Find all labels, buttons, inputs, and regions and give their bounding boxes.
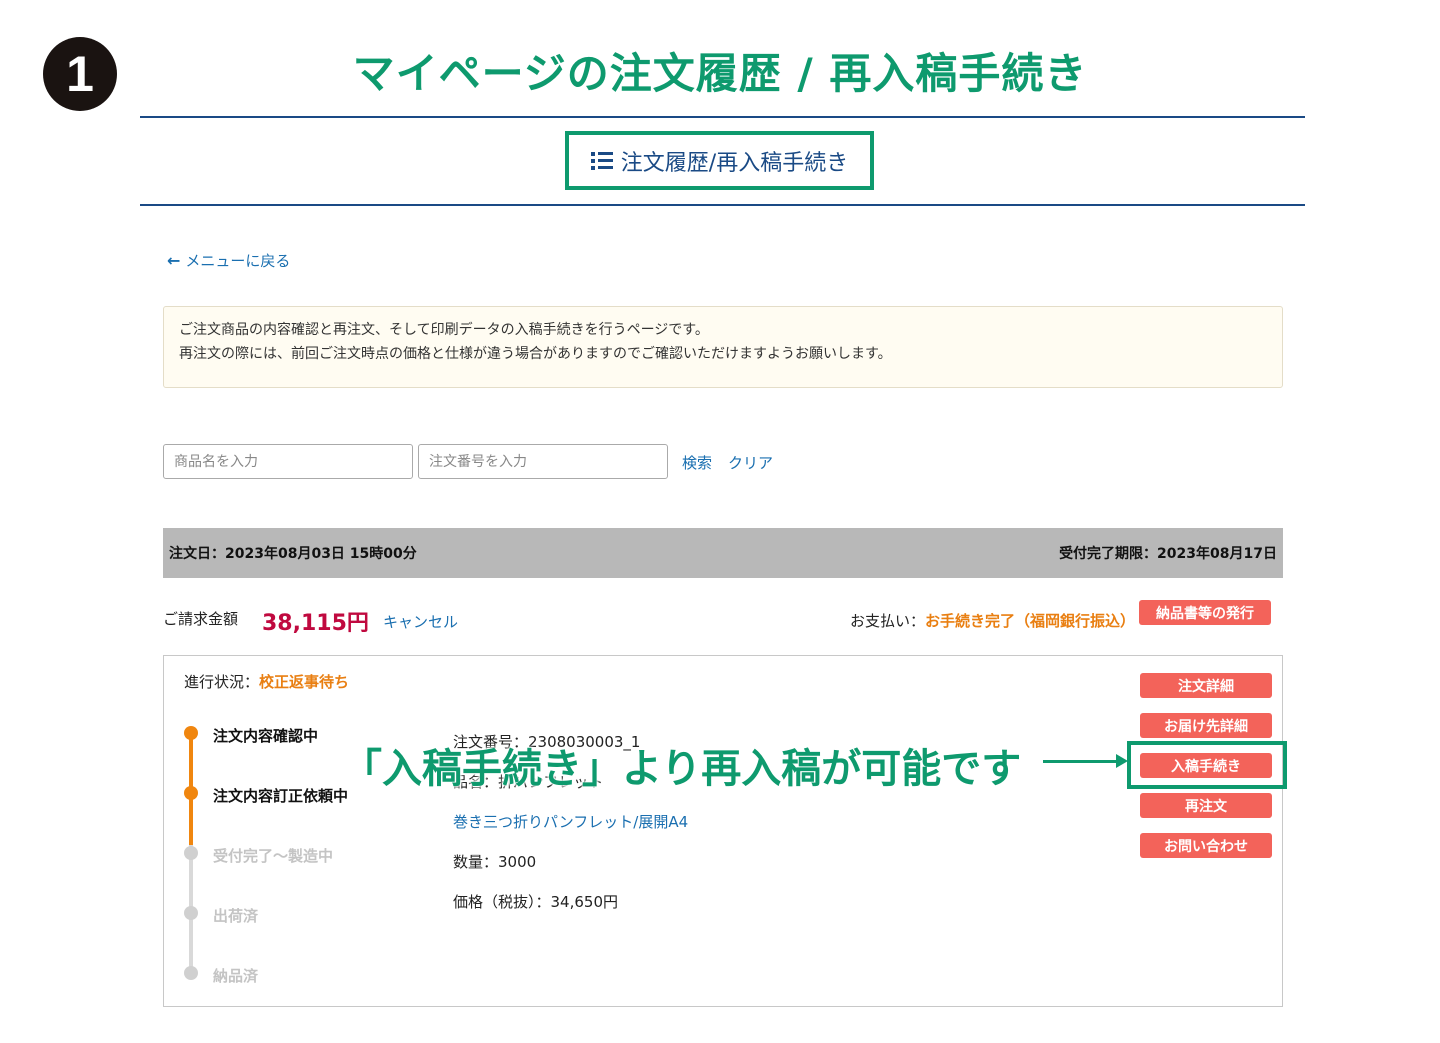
- header-rule-top: [140, 116, 1305, 118]
- order-number-input[interactable]: [418, 444, 668, 479]
- callout-annotation: 「入稿手続き」より再入稿が可能です: [342, 746, 1022, 792]
- timeline-dot: [184, 786, 198, 800]
- timeline-step-4: 出荷済: [213, 907, 259, 925]
- billing-label: ご請求金額: [163, 610, 239, 628]
- timeline-dot: [184, 846, 198, 860]
- price: 価格（税抜）：34,650円: [453, 893, 618, 911]
- product-link[interactable]: 巻き三つ折りパンフレット/展開A4: [453, 811, 688, 832]
- timeline-step-3: 受付完了〜製造中: [213, 847, 334, 865]
- reorder-button[interactable]: 再注文: [1140, 793, 1272, 818]
- search-button[interactable]: 検索: [682, 452, 712, 473]
- callout-highlight-box: [1127, 741, 1287, 789]
- page-heading: マイページの注文履歴 / 再入稿手続き: [352, 49, 1088, 98]
- callout-arrow: [1043, 754, 1128, 768]
- progress-label: 進行状況：: [184, 673, 260, 691]
- arrow-left-icon: ←: [167, 251, 181, 270]
- timeline-dot: [184, 726, 198, 740]
- order-details-button[interactable]: 注文詳細: [1140, 673, 1272, 698]
- billing-amount: 38,115円: [262, 611, 369, 636]
- progress-status-value: 校正返事待ち: [259, 673, 350, 691]
- page-title: 注文履歴/再入稿手続き: [620, 150, 849, 176]
- timeline-step-2: 注文内容訂正依頼中: [213, 787, 349, 805]
- delivery-details-button[interactable]: お届け先詳細: [1140, 713, 1272, 738]
- payment-status: お手続き完了（福岡銀行振込）: [924, 612, 1135, 630]
- order-card: [163, 655, 1283, 1007]
- timeline-dot: [184, 966, 198, 980]
- order-date: 注文日：2023年08月03日 15時00分: [169, 546, 417, 562]
- timeline-step-1: 注文内容確認中: [213, 727, 319, 745]
- product-name-input[interactable]: [163, 444, 413, 479]
- quantity: 数量：3000: [453, 853, 537, 871]
- payment-info: お支払い：お手続き完了（福岡銀行振込）: [850, 610, 1135, 631]
- cancel-link[interactable]: キャンセル: [383, 611, 458, 632]
- list-icon: [591, 152, 613, 170]
- back-link-label: メニューに戻る: [185, 252, 291, 270]
- timeline-step-5: 納品済: [213, 967, 259, 985]
- notice-line-2: 再注文の際には、前回ご注文時点の価格と仕様が違う場合がありますのでご確認いただけ…: [179, 346, 892, 362]
- order-header-bar: 注文日：2023年08月03日 15時00分 受付完了期限：2023年08月17…: [163, 528, 1283, 578]
- page-title-tab: 注文履歴/再入稿手続き: [565, 131, 874, 190]
- notice-box: ご注文商品の内容確認と再注文、そして印刷データの入稿手続きを行うページです。 再…: [163, 306, 1283, 388]
- progress-status: 進行状況：校正返事待ち: [184, 671, 349, 692]
- inquiry-button[interactable]: お問い合わせ: [1140, 833, 1272, 858]
- payment-label: お支払い：: [849, 612, 925, 630]
- acceptance-deadline: 受付完了期限：2023年08月17日: [1059, 546, 1277, 562]
- back-to-menu-link[interactable]: ← メニューに戻る: [167, 250, 290, 271]
- issue-invoice-button[interactable]: 納品書等の発行: [1139, 600, 1271, 625]
- timeline-dot: [184, 906, 198, 920]
- header-rule-bottom: [140, 204, 1305, 206]
- clear-button[interactable]: クリア: [728, 452, 773, 473]
